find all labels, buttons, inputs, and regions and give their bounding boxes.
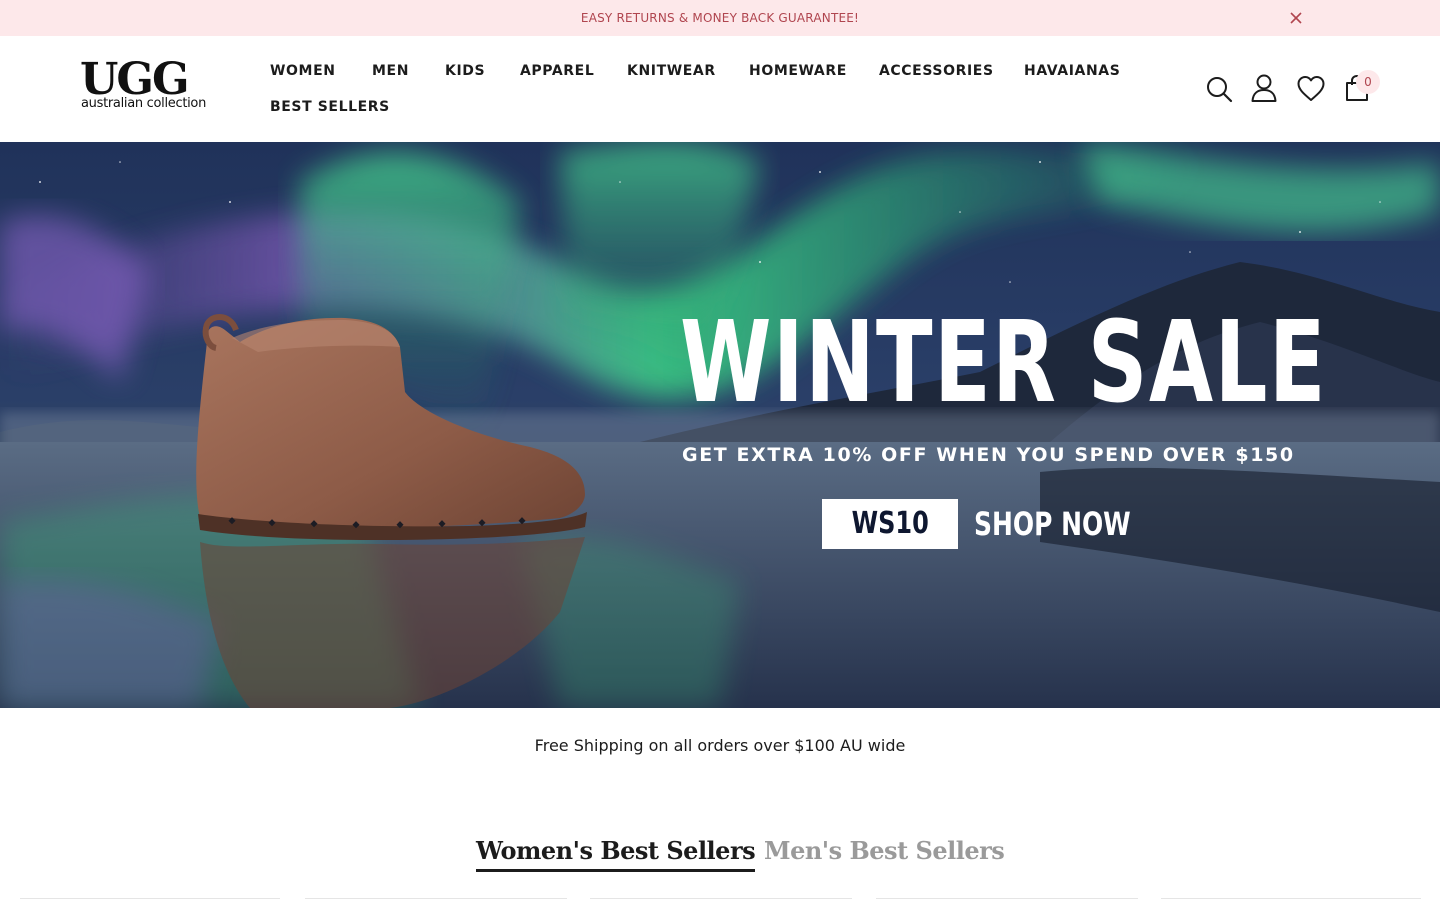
nav-item-homeware[interactable]: HOMEWARE [749,63,847,79]
shipping-notice: Free Shipping on all orders over $100 AU… [534,736,906,755]
search-icon[interactable] [1204,74,1236,106]
nav-item-accessories[interactable]: ACCESSORIES [879,63,994,79]
nav-item-women[interactable]: WOMEN [270,63,336,79]
logo-tagline: australian collection [81,96,207,111]
nav-item-best-sellers[interactable]: BEST SELLERS [270,99,390,115]
tab-womens-best-sellers[interactable]: Women's Best Sellers [476,836,756,872]
main-nav: WOMEN MEN KIDS APPAREL KNITWEAR HOMEWARE… [270,36,1170,142]
brand-logo[interactable]: UGG australian collection [80,58,215,118]
user-icon[interactable] [1248,72,1280,104]
heart-icon[interactable] [1295,73,1327,105]
hero-subtitle: GET EXTRA 10% OFF WHEN YOU SPEND OVER $1… [682,444,1295,466]
site-header: UGG australian collection WOMEN MEN KIDS… [0,36,1440,142]
announcement-text: EASY RETURNS & MONEY BACK GUARANTEE! [580,11,860,25]
nav-item-kids[interactable]: KIDS [445,63,485,79]
nav-item-havaianas[interactable]: HAVAIANAS [1024,63,1120,79]
shop-now-button[interactable]: SHOP NOW [974,499,1131,549]
tab-mens-best-sellers[interactable]: Men's Best Sellers [764,836,1005,865]
close-icon[interactable] [1286,9,1306,27]
cart-count-badge: 0 [1356,70,1380,94]
product-card[interactable] [876,898,1138,899]
nav-item-apparel[interactable]: APPAREL [520,63,594,79]
product-card[interactable] [590,898,852,899]
product-card[interactable] [1161,898,1421,899]
promo-code-badge: WS10 [822,499,958,549]
product-card[interactable] [20,898,280,899]
hero-title: WINTER SALE [680,298,1327,428]
announcement-bar: EASY RETURNS & MONEY BACK GUARANTEE! [0,0,1440,36]
product-grid-edge [0,896,1440,900]
best-sellers-tabs: Women's Best Sellers Men's Best Sellers [0,836,1440,886]
nav-item-men[interactable]: MEN [372,63,409,79]
nav-item-knitwear[interactable]: KNITWEAR [627,63,716,79]
product-card[interactable] [305,898,567,899]
promo-code: WS10 [851,506,929,541]
hero-banner[interactable]: WINTER SALE GET EXTRA 10% OFF WHEN YOU S… [0,142,1440,708]
